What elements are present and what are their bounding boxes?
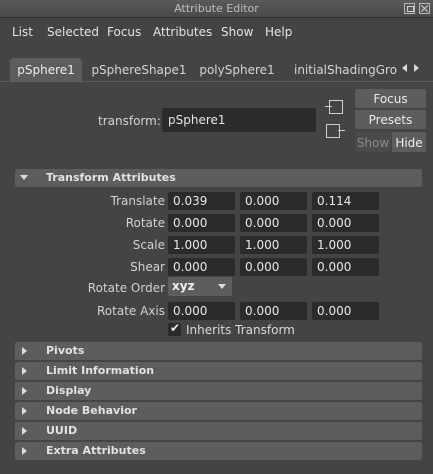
section-limit-information[interactable]: Limit Information (15, 362, 422, 380)
inherits-transform-checkbox[interactable]: ✔ (168, 321, 181, 336)
input-connection-icon[interactable] (325, 100, 343, 114)
section-uuid[interactable]: UUID (15, 422, 422, 440)
menu-bar: List Selected Focus Attributes Show Help (0, 18, 433, 46)
section-title: Extra Attributes (46, 444, 146, 457)
translate-label: Translate (110, 194, 166, 208)
scale-x-field[interactable]: 1.000 (168, 236, 235, 254)
rotate-order-value: xyz (172, 279, 195, 293)
shear-x-field[interactable]: 0.000 (168, 258, 235, 276)
tab-psphereshape1[interactable]: pSphereShape1 (90, 58, 188, 82)
rotate-axis-z-field[interactable]: 0.000 (312, 302, 379, 320)
section-title: UUID (46, 424, 78, 437)
arrow-right-icon[interactable] (414, 64, 419, 72)
section-node-behavior[interactable]: Node Behavior (15, 402, 422, 420)
show-button[interactable]: Show (355, 132, 391, 152)
shear-label: Shear (130, 260, 165, 274)
section-display[interactable]: Display (15, 382, 422, 400)
section-title: Node Behavior (46, 404, 137, 417)
menu-show[interactable]: Show (221, 25, 253, 39)
translate-y-field[interactable]: 0.000 (240, 192, 307, 210)
expand-arrow-right-icon (22, 367, 27, 375)
close-icon[interactable] (419, 3, 430, 14)
rotate-order-label: Rotate Order (87, 281, 165, 295)
rotate-x-field[interactable]: 0.000 (168, 214, 235, 232)
section-title: Pivots (46, 344, 85, 357)
node-type-label: transform: (98, 114, 161, 128)
expand-arrow-right-icon (22, 427, 27, 435)
checkmark-icon: ✔ (170, 321, 181, 335)
expand-arrow-down-icon (20, 175, 28, 180)
section-title: Display (46, 384, 92, 397)
expand-arrow-right-icon (22, 347, 27, 355)
inherits-transform-label: Inherits Transform (186, 323, 295, 337)
window-title: Attribute Editor (174, 2, 259, 15)
rotate-axis-y-field[interactable]: 0.000 (240, 302, 307, 320)
node-name-field[interactable]: pSphere1 (162, 108, 316, 132)
menu-focus[interactable]: Focus (107, 25, 141, 39)
section-extra-attributes[interactable]: Extra Attributes (15, 442, 422, 460)
shear-z-field[interactable]: 0.000 (312, 258, 379, 276)
menu-help[interactable]: Help (265, 25, 292, 39)
expand-arrow-right-icon (22, 387, 27, 395)
title-bar: Attribute Editor (0, 0, 433, 18)
arrow-left-icon[interactable] (402, 64, 407, 72)
section-title: Limit Information (46, 364, 155, 377)
section-transform-attributes[interactable]: Transform Attributes (15, 169, 422, 187)
tab-initialshadinggroup[interactable]: initialShadingGroup (287, 58, 397, 82)
rotate-order-dropdown[interactable]: xyz (168, 277, 232, 296)
float-window-icon[interactable] (404, 3, 415, 14)
rotate-y-field[interactable]: 0.000 (240, 214, 307, 232)
node-tabs: pSphere1 pSphereShape1 polySphere1 initi… (0, 54, 433, 82)
scale-z-field[interactable]: 1.000 (312, 236, 379, 254)
hide-button[interactable]: Hide (392, 132, 426, 152)
tab-psphere1[interactable]: pSphere1 (10, 58, 82, 82)
scale-y-field[interactable]: 1.000 (240, 236, 307, 254)
tab-polysphere1[interactable]: polySphere1 (196, 58, 278, 82)
rotate-z-field[interactable]: 0.000 (312, 214, 379, 232)
menu-list[interactable]: List (12, 25, 33, 39)
output-connection-icon[interactable] (326, 124, 345, 138)
presets-button[interactable]: Presets (355, 110, 426, 129)
chevron-down-icon (218, 284, 226, 289)
translate-z-field[interactable]: 0.114 (312, 192, 379, 210)
translate-x-field[interactable]: 0.039 (168, 192, 235, 210)
rotate-label: Rotate (125, 216, 165, 230)
section-title: Transform Attributes (46, 171, 176, 184)
expand-arrow-right-icon (22, 407, 27, 415)
menu-attributes[interactable]: Attributes (153, 25, 212, 39)
section-pivots[interactable]: Pivots (15, 342, 422, 360)
scale-label: Scale (132, 238, 165, 252)
shear-y-field[interactable]: 0.000 (240, 258, 307, 276)
rotate-axis-label: Rotate Axis (97, 304, 165, 318)
focus-button[interactable]: Focus (355, 89, 426, 108)
rotate-axis-x-field[interactable]: 0.000 (168, 302, 235, 320)
expand-arrow-right-icon (22, 447, 27, 455)
menu-selected[interactable]: Selected (47, 25, 99, 39)
